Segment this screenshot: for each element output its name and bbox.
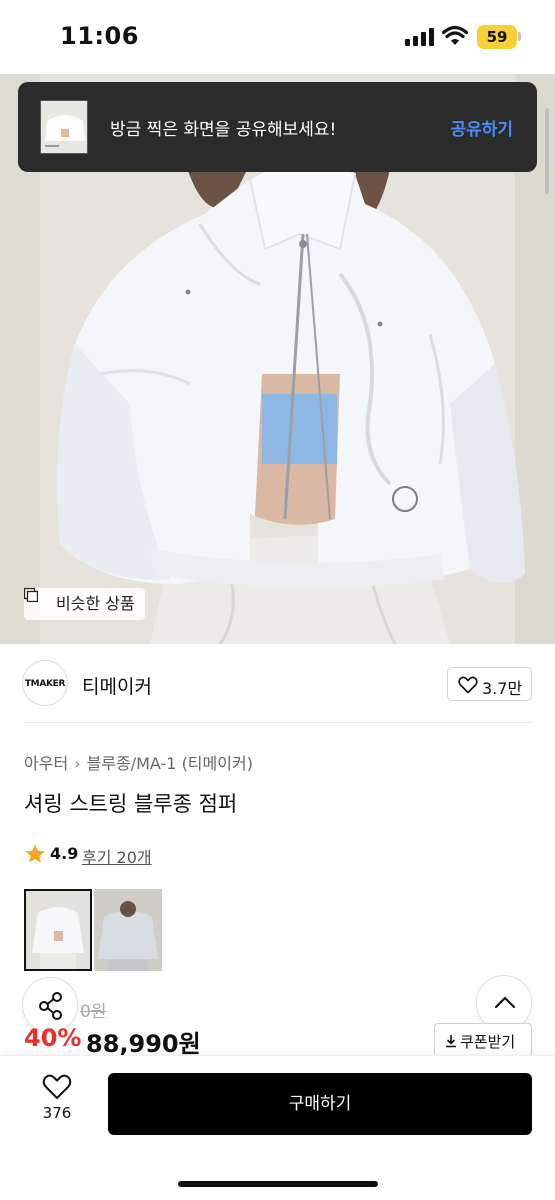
wishlist-count: 376 bbox=[42, 1104, 72, 1122]
status-time: 11:06 bbox=[60, 22, 139, 50]
wifi-icon bbox=[442, 25, 468, 45]
wishlist-button[interactable]: 376 bbox=[32, 1074, 82, 1134]
similar-products-label: 비슷한 상품 bbox=[56, 594, 135, 613]
rating-score: 4.9 bbox=[50, 844, 79, 863]
toast-message: 방금 찍은 화면을 공유해보세요! bbox=[110, 120, 337, 140]
screenshot-thumbnail[interactable] bbox=[40, 100, 88, 154]
sale-price: 88,990원 bbox=[86, 1030, 201, 1058]
breadcrumb: 아우터 › 블루종/MA-1 (티메이커) bbox=[24, 750, 253, 774]
discount-rate: 40% bbox=[24, 1024, 82, 1052]
brand-name[interactable]: 티메이커 bbox=[82, 672, 152, 699]
similar-products-button[interactable]: 비슷한 상품 bbox=[24, 588, 145, 620]
chevron-right-icon: › bbox=[74, 754, 81, 773]
product-thumbnail-1[interactable] bbox=[24, 889, 92, 971]
brand-logo[interactable]: TMAKER bbox=[22, 660, 68, 706]
product-title: 셔링 스트링 블루종 점퍼 bbox=[24, 792, 238, 816]
section-divider bbox=[24, 722, 532, 723]
chevron-up-icon bbox=[494, 996, 516, 1009]
coupon-download-button[interactable]: 쿠폰받기 bbox=[434, 1023, 532, 1057]
review-count-link[interactable]: 후기 20개 bbox=[82, 844, 192, 868]
battery-tip bbox=[518, 32, 521, 41]
breadcrumb-subcategory[interactable]: 블루종/MA-1 (티메이커) bbox=[87, 754, 253, 773]
star-icon bbox=[25, 844, 45, 863]
share-icon bbox=[39, 992, 62, 1020]
cellular-signal-icon bbox=[405, 28, 435, 46]
product-thumbnail-2[interactable] bbox=[94, 889, 162, 971]
brand-like-button[interactable]: 3.7만 bbox=[447, 667, 532, 701]
status-bar: 11:06 59 bbox=[0, 0, 555, 74]
home-indicator bbox=[178, 1181, 378, 1187]
scrollbar[interactable] bbox=[545, 108, 549, 194]
similar-items-icon bbox=[24, 588, 38, 602]
original-price: 0원 bbox=[80, 1002, 107, 1022]
heart-icon bbox=[458, 676, 478, 694]
share-toast: 방금 찍은 화면을 공유해보세요! 공유하기 bbox=[18, 82, 537, 172]
download-icon bbox=[446, 1035, 456, 1048]
buy-button[interactable]: 구매하기 bbox=[108, 1073, 532, 1135]
brand-like-count: 3.7만 bbox=[482, 679, 523, 698]
share-action-button[interactable]: 공유하기 bbox=[450, 115, 513, 140]
battery-indicator: 59 bbox=[477, 25, 517, 49]
heart-icon bbox=[42, 1074, 72, 1099]
coupon-label: 쿠폰받기 bbox=[460, 1033, 516, 1051]
bottom-action-bar: 376 구매하기 bbox=[0, 1055, 555, 1200]
breadcrumb-category[interactable]: 아우터 bbox=[24, 754, 68, 773]
